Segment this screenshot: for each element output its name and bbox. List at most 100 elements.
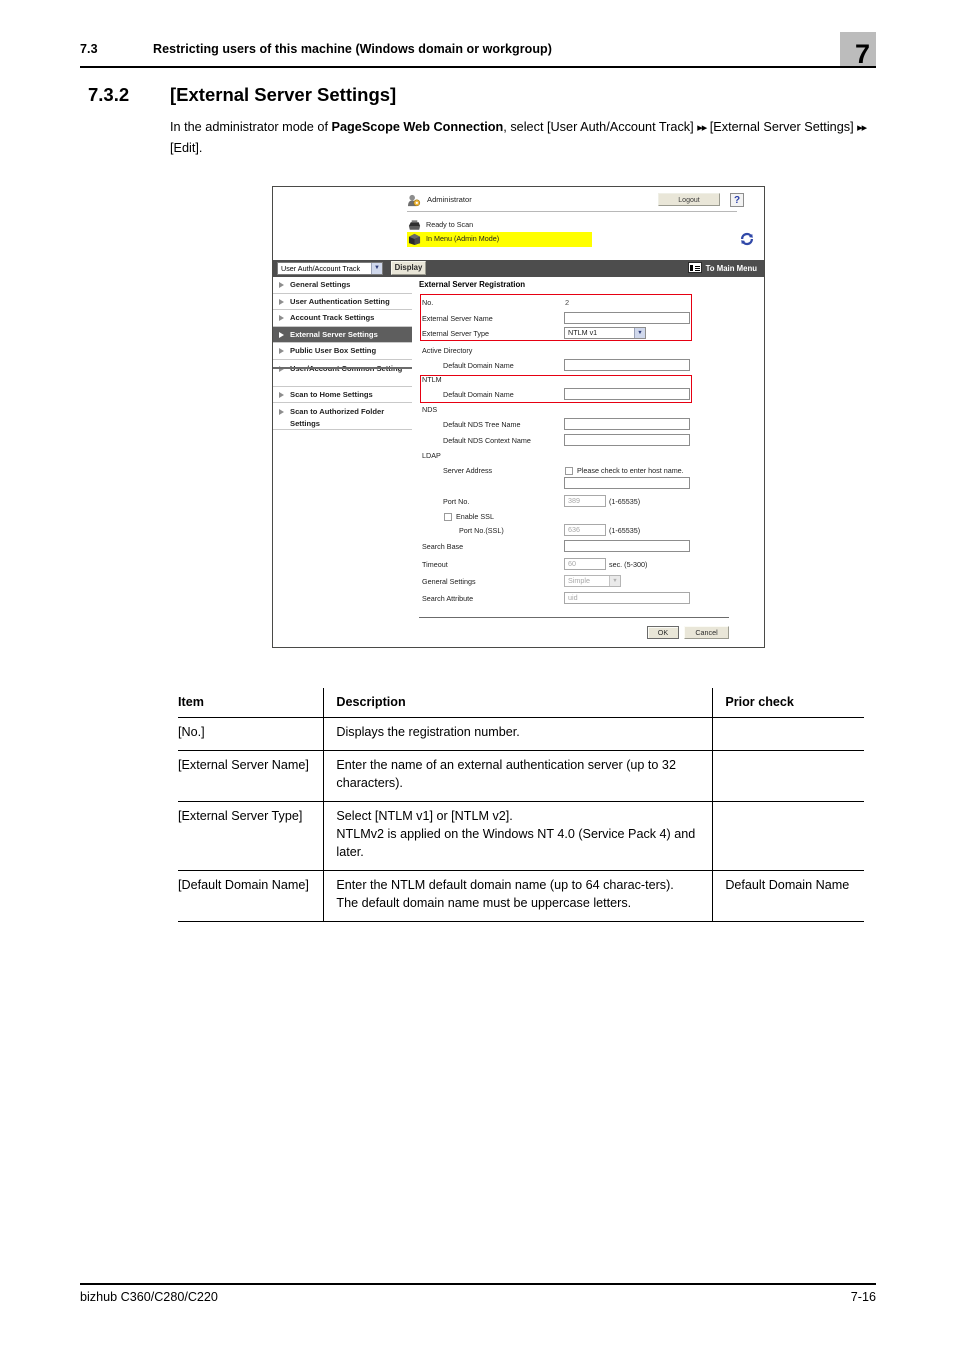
ntlm-default-domain-name-input[interactable] — [564, 388, 690, 400]
user-admin-icon — [408, 194, 421, 207]
table-cell-item: [No.] — [178, 717, 324, 751]
field-label-port-ssl: Port No.(SSL) — [459, 526, 504, 535]
chevron-right-icon — [279, 348, 284, 354]
field-label-search-attribute: Search Attribute — [422, 594, 474, 603]
table-header-item: Item — [178, 688, 324, 718]
chevron-right-icon — [279, 331, 284, 338]
field-label-server-address: Server Address — [443, 466, 493, 475]
logout-button[interactable]: Logout — [658, 193, 720, 206]
chevron-right-icon — [279, 409, 284, 415]
chevron-down-icon[interactable]: ▼ — [371, 263, 382, 274]
field-row-no: No. 2 — [419, 295, 691, 311]
table-row: [External Server Type] Select [NTLM v1] … — [178, 801, 864, 871]
table-cell-item: [External Server Type] — [178, 801, 324, 871]
breadcrumb-arrow-icon-2: ▸▸ — [857, 122, 867, 134]
sidebar-item-label: Scan to Home Settings — [290, 389, 373, 399]
chevron-down-icon[interactable]: ▼ — [634, 328, 645, 338]
module-select-value: User Auth/Account Track — [281, 264, 361, 273]
module-select[interactable]: User Auth/Account Track ▼ — [277, 262, 383, 275]
header-section-title: Restricting users of this machine (Windo… — [153, 42, 552, 56]
intro-after-arrow-2: [Edit]. — [170, 141, 203, 155]
search-attribute-input[interactable]: uid — [564, 592, 690, 604]
intro-after-arrow-1: [External Server Settings] — [706, 120, 858, 134]
group-label-ntlm: NTLM — [422, 375, 442, 384]
footer-page-number: 7-16 — [850, 1290, 876, 1304]
port-ssl-input[interactable]: 636 — [564, 524, 606, 536]
sidebar-item-label: Account Track Settings — [290, 313, 375, 322]
field-row-general-settings: General Settings Simple ▼ — [419, 574, 691, 590]
external-server-type-select[interactable]: NTLM v1 ▼ — [564, 327, 646, 339]
enable-ssl-label: Enable SSL — [456, 512, 494, 521]
chevron-right-icon — [279, 282, 284, 288]
table-cell-description: Displays the registration number. — [323, 717, 713, 751]
search-attribute-value: uid — [568, 593, 578, 602]
sidebar-item-general-settings[interactable]: General Settings — [273, 277, 412, 294]
table-header-row: Item Description Prior check — [178, 688, 864, 718]
sidebar-item-external-server-settings[interactable]: External Server Settings — [273, 326, 412, 343]
port-no-range-label: (1-65535) — [609, 497, 641, 506]
sidebar-item-public-user-box-setting[interactable]: Public User Box Setting — [273, 343, 412, 360]
host-name-checkbox[interactable] — [565, 467, 573, 475]
footer-divider — [80, 1283, 876, 1285]
table-header-prior-check: Prior check — [712, 688, 864, 718]
footer-model: bizhub C360/C280/C220 — [80, 1290, 218, 1304]
table-cell-description: Enter the name of an external authentica… — [323, 750, 713, 802]
sidebar-item-account-track-settings[interactable]: Account Track Settings — [273, 310, 412, 327]
ad-default-domain-name-input[interactable] — [564, 359, 690, 371]
chevron-down-icon[interactable]: ▼ — [609, 576, 620, 586]
sidebar-item-label: General Settings — [290, 280, 351, 289]
nds-context-name-input[interactable] — [564, 434, 690, 446]
nds-tree-name-input[interactable] — [564, 418, 690, 430]
to-main-menu-button[interactable]: To Main Menu — [687, 262, 757, 275]
field-value-no: 2 — [565, 298, 570, 307]
app-toolbar: User Auth/Account Track ▼ Display To Mai… — [273, 260, 764, 277]
timeout-input[interactable]: 60 — [564, 558, 606, 570]
intro-paragraph: In the administrator mode of PageScope W… — [170, 117, 870, 158]
app-top-bar: Administrator Logout ? Ready to Scan In … — [273, 187, 764, 260]
refresh-icon[interactable] — [739, 231, 755, 247]
field-label-nds-tree-name: Default NDS Tree Name — [443, 420, 521, 429]
ok-button[interactable]: OK — [647, 626, 679, 639]
cancel-button[interactable]: Cancel — [684, 626, 729, 639]
group-label-active-directory: Active Directory — [422, 346, 473, 355]
header-divider — [80, 66, 876, 68]
sidebar-bottom-divider — [273, 367, 412, 369]
printer-icon — [408, 220, 421, 230]
display-button[interactable]: Display — [391, 261, 426, 275]
form-footer-divider — [419, 617, 729, 618]
sidebar-item-scan-to-authorized-folder-settings[interactable]: Scan to Authorized Folder Settings — [273, 403, 412, 430]
field-row-search-base: Search Base — [419, 539, 691, 555]
external-server-name-input[interactable] — [564, 312, 690, 324]
table-cell-prior-check — [712, 750, 864, 802]
status-ready-text: Ready to Scan — [426, 220, 474, 229]
port-no-input[interactable]: 389 — [564, 495, 606, 507]
table-cell-description: Select [NTLM v1] or [NTLM v2]. NTLMv2 is … — [323, 801, 713, 871]
field-label-general-settings: General Settings — [422, 577, 476, 586]
field-row-timeout: Timeout 60 sec. (5-300) — [419, 557, 691, 573]
help-icon[interactable]: ? — [730, 193, 744, 207]
table-row: [Default Domain Name] Enter the NTLM def… — [178, 870, 864, 922]
table-header-description: Description — [323, 688, 713, 718]
sidebar-item-label: External Server Settings — [290, 329, 378, 339]
port-ssl-value: 636 — [568, 525, 580, 534]
sidebar-item-scan-to-home-settings[interactable]: Scan to Home Settings — [273, 387, 412, 403]
sidebar-item-user-account-common-setting[interactable]: User/Account Common Setting — [273, 360, 412, 387]
general-settings-select[interactable]: Simple ▼ — [564, 575, 621, 587]
field-row-external-server-name: External Server Name — [419, 311, 691, 327]
server-address-input[interactable] — [564, 477, 690, 489]
admin-user-label: Administrator — [427, 195, 472, 204]
sidebar-item-label: User Authentication Setting — [290, 296, 390, 306]
section-title: [External Server Settings] — [170, 84, 397, 105]
field-row-nds-tree-name: Default NDS Tree Name — [419, 417, 691, 433]
page-header: 7.3 Restricting users of this machine (W… — [80, 32, 876, 69]
sidebar-item-user-authentication-setting[interactable]: User Authentication Setting — [273, 294, 412, 310]
external-server-type-value: NTLM v1 — [568, 328, 598, 337]
search-base-input[interactable] — [564, 540, 690, 552]
intro-product-name: PageScope Web Connection — [331, 120, 504, 134]
field-label-timeout: Timeout — [422, 560, 448, 569]
enable-ssl-checkbox[interactable] — [444, 513, 452, 521]
table-cell-prior-check: Default Domain Name — [712, 870, 864, 922]
field-row-search-attribute: Search Attribute uid — [419, 591, 691, 607]
field-label-external-server-name: External Server Name — [422, 314, 493, 323]
field-row-nds-context-name: Default NDS Context Name — [419, 433, 691, 449]
